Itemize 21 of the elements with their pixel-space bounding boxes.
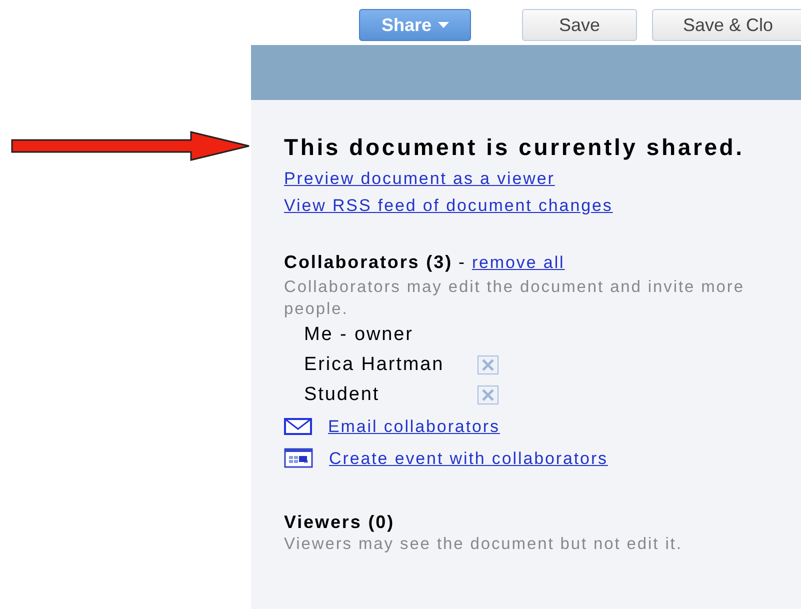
remove-all-link[interactable]: remove all: [472, 249, 565, 276]
section-heading: Collaborators (3): [284, 252, 452, 273]
section-heading: Viewers (0): [284, 512, 395, 533]
separator: -: [458, 252, 466, 273]
section-description: Viewers may see the document but not edit it.: [284, 534, 684, 555]
action-link[interactable]: Email collaborators: [328, 412, 500, 440]
panel-title: This document is currently shared.: [284, 134, 744, 161]
remove-icon[interactable]: [477, 355, 499, 375]
envelope-icon: [284, 418, 312, 434]
link[interactable]: Preview document as a viewer: [284, 165, 555, 192]
collaborator-name: Me - owner: [304, 324, 414, 346]
collaborator-name: Erica Hartman: [304, 354, 446, 376]
save-close-button[interactable]: Save & Clo: [652, 9, 801, 41]
remove-icon[interactable]: [477, 385, 499, 405]
section-description: Collaborators may edit the document and invite more people.: [284, 277, 746, 320]
caret-icon: [438, 22, 449, 28]
save-button[interactable]: Save: [522, 9, 637, 41]
collaborator-name: Student: [304, 384, 381, 406]
link[interactable]: View RSS feed of document changes: [284, 192, 613, 219]
calendar-icon: [284, 448, 313, 468]
action-link[interactable]: Create event with collaborators: [329, 444, 608, 472]
